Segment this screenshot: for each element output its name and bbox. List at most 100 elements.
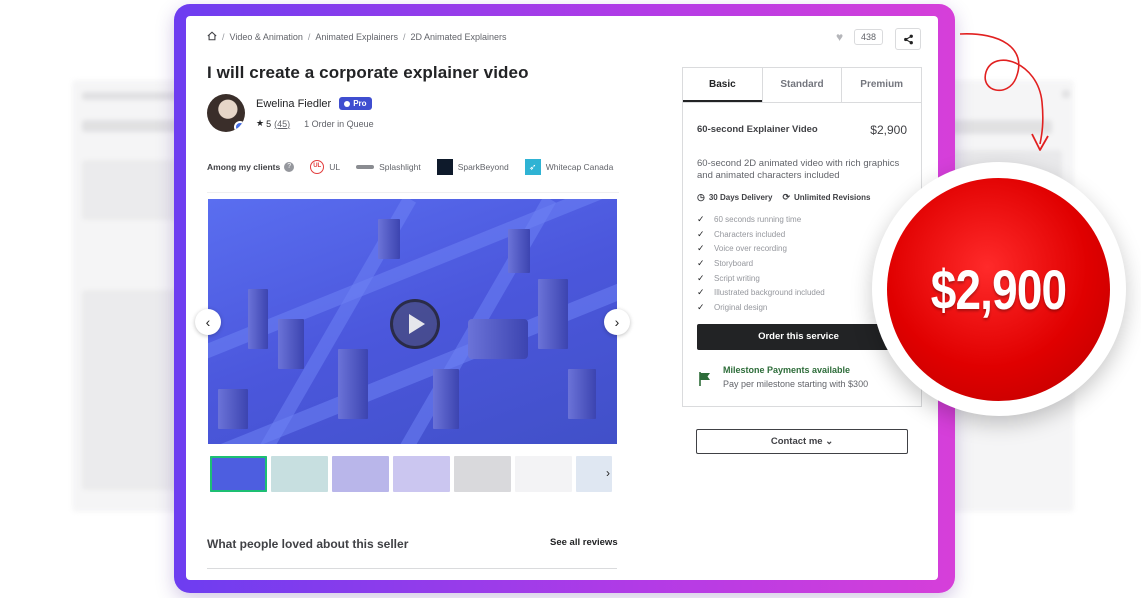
feature-item: ✓ 60 seconds running time [697, 212, 825, 227]
milestone-info: Milestone Payments available Pay per mil… [697, 365, 868, 389]
client-whitecap: ➶ Whitecap Canada [524, 159, 614, 175]
check-icon: ✓ [697, 272, 705, 283]
verified-badge [234, 121, 245, 132]
heart-icon[interactable]: ♥ [836, 30, 850, 44]
thumbnail[interactable] [271, 456, 328, 492]
delivery-time: 30 Days Delivery [708, 193, 773, 202]
see-all-reviews-link[interactable]: See all reviews [550, 537, 618, 548]
feature-label: Characters included [714, 229, 786, 239]
client-name: UL [329, 162, 341, 172]
feature-item: ✓ Original design [697, 300, 825, 315]
promo-stage: / Video & Animation / Animated Explainer… [0, 0, 1141, 598]
client-splashlight: Splashlight [356, 162, 421, 172]
breadcrumb-link[interactable]: 2D Animated Explainers [410, 32, 506, 42]
tab-standard[interactable]: Standard [761, 68, 842, 102]
package-price: $2,900 [870, 123, 907, 137]
rating-value: 5 [266, 118, 272, 129]
breadcrumb-link[interactable]: Video & Animation [230, 32, 303, 42]
milestone-title[interactable]: Milestone Payments available [723, 365, 868, 375]
arrow-right-icon[interactable]: › [604, 309, 630, 335]
reviews-section-title: What people loved about this seller [207, 537, 409, 551]
breadcrumb: / Video & Animation / Animated Explainer… [207, 31, 507, 43]
check-icon: ✓ [697, 257, 705, 268]
package-tabs: Basic Standard Premium [683, 68, 921, 103]
splashlight-logo-icon [356, 165, 375, 169]
flag-icon [699, 372, 710, 386]
curly-arrow-icon [959, 33, 1049, 151]
contact-label: Contact me [770, 436, 823, 447]
tab-basic[interactable]: Basic [683, 68, 762, 102]
feature-label: Storyboard [714, 258, 754, 268]
client-ul: UL UL [310, 160, 340, 174]
help-icon[interactable]: ? [284, 162, 295, 172]
home-icon[interactable] [207, 31, 217, 43]
tab-premium[interactable]: Premium [841, 68, 921, 102]
client-name: Whitecap Canada [545, 162, 614, 172]
thumbnail[interactable] [332, 456, 389, 492]
clients-row: Among my clients ? UL UL Splashlight Spar… [207, 159, 613, 175]
feature-label: Illustrated background included [714, 288, 825, 298]
seller-info: Ewelina Fiedler Pro [256, 97, 372, 110]
clients-label: Among my clients [207, 162, 281, 172]
play-icon [409, 314, 425, 334]
contact-button[interactable]: Contact me ⌄ [696, 429, 908, 454]
sparkbeyond-logo-icon [436, 159, 453, 175]
favorites-count: 438 [854, 29, 884, 45]
orders-in-queue: 1 Order in Queue [304, 118, 374, 129]
reviews-count-link[interactable]: (45) [274, 119, 290, 129]
video-player[interactable] [208, 199, 617, 444]
pro-badge: Pro [339, 97, 372, 110]
feature-label: Original design [714, 302, 768, 312]
client-sparkbeyond: SparkBeyond [436, 159, 509, 175]
price-badge-text: $2,900 [930, 258, 1067, 321]
milestone-text: Pay per milestone starting with $300 [723, 379, 869, 389]
check-icon: ✓ [697, 287, 705, 298]
thumbnail-strip [210, 456, 616, 492]
feature-list: ✓ 60 seconds running time ✓ Characters inc… [697, 212, 825, 315]
seller-rating: ★ 5 (45) 1 Order in Queue [256, 118, 374, 129]
feature-item: ✓ Storyboard [697, 256, 825, 271]
revisions: Unlimited Revisions [794, 193, 871, 202]
client-name: SparkBeyond [457, 162, 509, 172]
divider [207, 568, 617, 569]
feature-label: 60 seconds running time [714, 214, 802, 224]
play-button[interactable] [390, 299, 440, 349]
chevron-down-icon: ⌄ [825, 436, 834, 447]
thumbnail[interactable] [210, 456, 267, 492]
clock-icon: ◷ [697, 192, 705, 202]
star-icon: ★ [256, 118, 265, 128]
gig-title: I will create a corporate explainer vide… [207, 63, 529, 82]
thumbnails-next-icon[interactable]: › [606, 466, 610, 480]
feature-item: ✓ Characters included [697, 227, 825, 242]
ul-logo-icon: UL [310, 160, 325, 174]
favorite-control[interactable]: ♥ 438 [836, 29, 884, 45]
share-button[interactable] [895, 28, 921, 50]
avatar[interactable] [207, 94, 245, 132]
pro-label: Pro [353, 99, 367, 108]
breadcrumb-link[interactable]: Animated Explainers [315, 32, 398, 42]
seller-name[interactable]: Ewelina Fiedler [256, 98, 331, 110]
check-icon: ✓ [697, 243, 705, 254]
whitecap-logo-icon: ➶ [524, 159, 541, 175]
thumbnail[interactable] [454, 456, 511, 492]
check-icon: ✓ [697, 228, 705, 239]
video-gallery: ‹ › [195, 192, 630, 448]
package-description: 60-second 2D animated video with rich gr… [697, 158, 900, 181]
order-button[interactable]: Order this service [697, 324, 900, 350]
feature-item: ✓ Script writing [697, 271, 825, 286]
share-icon [903, 34, 913, 44]
check-icon: ✓ [697, 301, 705, 312]
check-icon: ✓ [697, 213, 705, 224]
package-title: 60-second Explainer Video [697, 124, 818, 135]
arrow-left-icon[interactable]: ‹ [195, 309, 221, 335]
client-name: Splashlight [379, 162, 421, 172]
refresh-icon: ⟳ [782, 192, 791, 202]
feature-label: Script writing [714, 273, 760, 283]
thumbnail[interactable] [393, 456, 450, 492]
feature-label: Voice over recording [714, 244, 787, 254]
gig-page-screen: / Video & Animation / Animated Explainer… [186, 16, 938, 580]
thumbnail[interactable] [515, 456, 572, 492]
feature-item: ✓ Voice over recording [697, 241, 825, 256]
package-meta: ◷ 30 Days Delivery ⟳ Unlimited Revisions [697, 192, 870, 203]
feature-item: ✓ Illustrated background included [697, 285, 825, 300]
